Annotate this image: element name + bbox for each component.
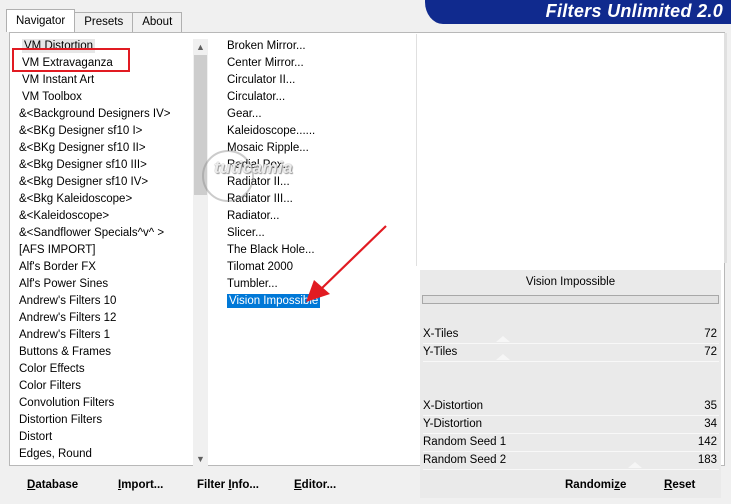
param-value: 35: [704, 400, 717, 412]
tab-navigator[interactable]: Navigator: [6, 9, 76, 32]
filter-item[interactable]: Radiator II...: [215, 174, 415, 191]
param-label: Y-Tiles: [423, 346, 458, 358]
category-list[interactable]: VM Distortion VM Extravaganza VM Instant…: [19, 38, 191, 462]
param-label: X-Distortion: [423, 400, 484, 412]
param-value: 72: [704, 346, 717, 358]
filter-item[interactable]: Tumbler...: [215, 276, 415, 293]
tab-presets[interactable]: Presets: [74, 12, 134, 32]
param-value: 142: [697, 436, 717, 448]
category-item[interactable]: &<Kaleidoscope>: [19, 208, 191, 225]
tab-bar: Navigator Presets About: [6, 9, 183, 32]
param-label: Y-Distortion: [423, 418, 483, 430]
filter-list[interactable]: Broken Mirror... Center Mirror... Circul…: [215, 38, 415, 318]
category-item[interactable]: Andrew's Filters 12: [19, 310, 191, 327]
scroll-up-arrow-icon[interactable]: ▲: [193, 39, 208, 54]
param-label: Random Seed 2: [423, 454, 507, 466]
param-x-distortion[interactable]: X-Distortion 35: [423, 398, 719, 416]
category-item[interactable]: VM Toolbox: [19, 89, 191, 106]
annotation-highlight-box: [12, 48, 130, 72]
category-item[interactable]: Andrew's Filters 10: [19, 293, 191, 310]
param-y-distortion[interactable]: Y-Distortion 34: [423, 416, 719, 434]
randomize-button[interactable]: Randomize: [565, 475, 626, 495]
slider-tick-icon[interactable]: [496, 354, 510, 360]
filter-item[interactable]: Gear...: [215, 106, 415, 123]
param-x-tiles[interactable]: X-Tiles 72: [423, 326, 719, 344]
preview-area: [416, 34, 724, 266]
category-item[interactable]: &<Background Designers IV>: [19, 106, 191, 123]
category-item[interactable]: Andrew's Filters 1: [19, 327, 191, 344]
filter-item-selected[interactable]: Vision Impossible: [215, 293, 415, 310]
category-item[interactable]: Distort: [19, 429, 191, 446]
slider-tick-icon[interactable]: [496, 336, 510, 342]
param-random-seed-1[interactable]: Random Seed 1 142: [423, 434, 719, 452]
filter-item[interactable]: Circulator II...: [215, 72, 415, 89]
filter-item[interactable]: Radiator III...: [215, 191, 415, 208]
database-button[interactable]: Database: [27, 475, 78, 495]
category-item[interactable]: &<Sandflower Specials^v^ >: [19, 225, 191, 242]
filter-item[interactable]: Kaleidoscope......: [215, 123, 415, 140]
app-title: Filters Unlimited 2.0: [545, 1, 723, 21]
category-item[interactable]: VM Instant Art: [19, 72, 191, 89]
category-item[interactable]: Alf's Border FX: [19, 259, 191, 276]
tab-about[interactable]: About: [132, 12, 183, 32]
filter-item[interactable]: Broken Mirror...: [215, 38, 415, 55]
category-item[interactable]: &<Bkg Kaleidoscope>: [19, 191, 191, 208]
category-item[interactable]: &<Bkg Designer sf10 III>: [19, 157, 191, 174]
param-y-tiles[interactable]: Y-Tiles 72: [423, 344, 719, 362]
category-item[interactable]: Convolution Filters: [19, 395, 191, 412]
param-random-seed-2[interactable]: Random Seed 2 183: [423, 452, 719, 470]
title-banner: Filters Unlimited 2.0: [425, 0, 731, 24]
filter-item[interactable]: Radial Pox...: [215, 157, 415, 174]
category-item[interactable]: Edges, Round: [19, 446, 191, 462]
parameter-title-bar: [422, 295, 719, 304]
category-item[interactable]: Color Filters: [19, 378, 191, 395]
category-item[interactable]: &<Bkg Designer sf10 IV>: [19, 174, 191, 191]
reset-button[interactable]: Reset: [664, 475, 695, 495]
filter-item[interactable]: Circulator...: [215, 89, 415, 106]
filter-item[interactable]: Mosaic Ripple...: [215, 140, 415, 157]
filter-info-button[interactable]: Filter Info...: [197, 475, 259, 495]
category-item[interactable]: Color Effects: [19, 361, 191, 378]
parameter-panel: Vision Impossible X-Tiles 72 Y-Tiles 72 …: [420, 270, 721, 498]
filter-item[interactable]: Slicer...: [215, 225, 415, 242]
filter-item[interactable]: Radiator...: [215, 208, 415, 225]
scroll-down-arrow-icon[interactable]: ▼: [193, 451, 208, 466]
category-item[interactable]: Distortion Filters: [19, 412, 191, 429]
scroll-thumb[interactable]: [194, 55, 207, 195]
editor-button[interactable]: Editor...: [294, 475, 336, 495]
category-item[interactable]: &<BKg Designer sf10 II>: [19, 140, 191, 157]
param-label: Random Seed 1: [423, 436, 507, 448]
category-scrollbar[interactable]: ▲ ▼: [193, 39, 208, 466]
param-value: 183: [697, 454, 717, 466]
slider-tick-icon[interactable]: [628, 462, 642, 468]
parameter-panel-title: Vision Impossible: [525, 276, 616, 288]
filter-item[interactable]: Center Mirror...: [215, 55, 415, 72]
filter-item[interactable]: Tilomat 2000: [215, 259, 415, 276]
category-item[interactable]: [AFS IMPORT]: [19, 242, 191, 259]
category-item[interactable]: Buttons & Frames: [19, 344, 191, 361]
param-value: 34: [704, 418, 717, 430]
import-button[interactable]: Import...: [118, 475, 163, 495]
param-label: X-Tiles: [423, 328, 459, 340]
preview-divider: [724, 33, 727, 263]
category-item[interactable]: Alf's Power Sines: [19, 276, 191, 293]
category-item[interactable]: &<BKg Designer sf10 I>: [19, 123, 191, 140]
param-value: 72: [704, 328, 717, 340]
filter-item[interactable]: The Black Hole...: [215, 242, 415, 259]
